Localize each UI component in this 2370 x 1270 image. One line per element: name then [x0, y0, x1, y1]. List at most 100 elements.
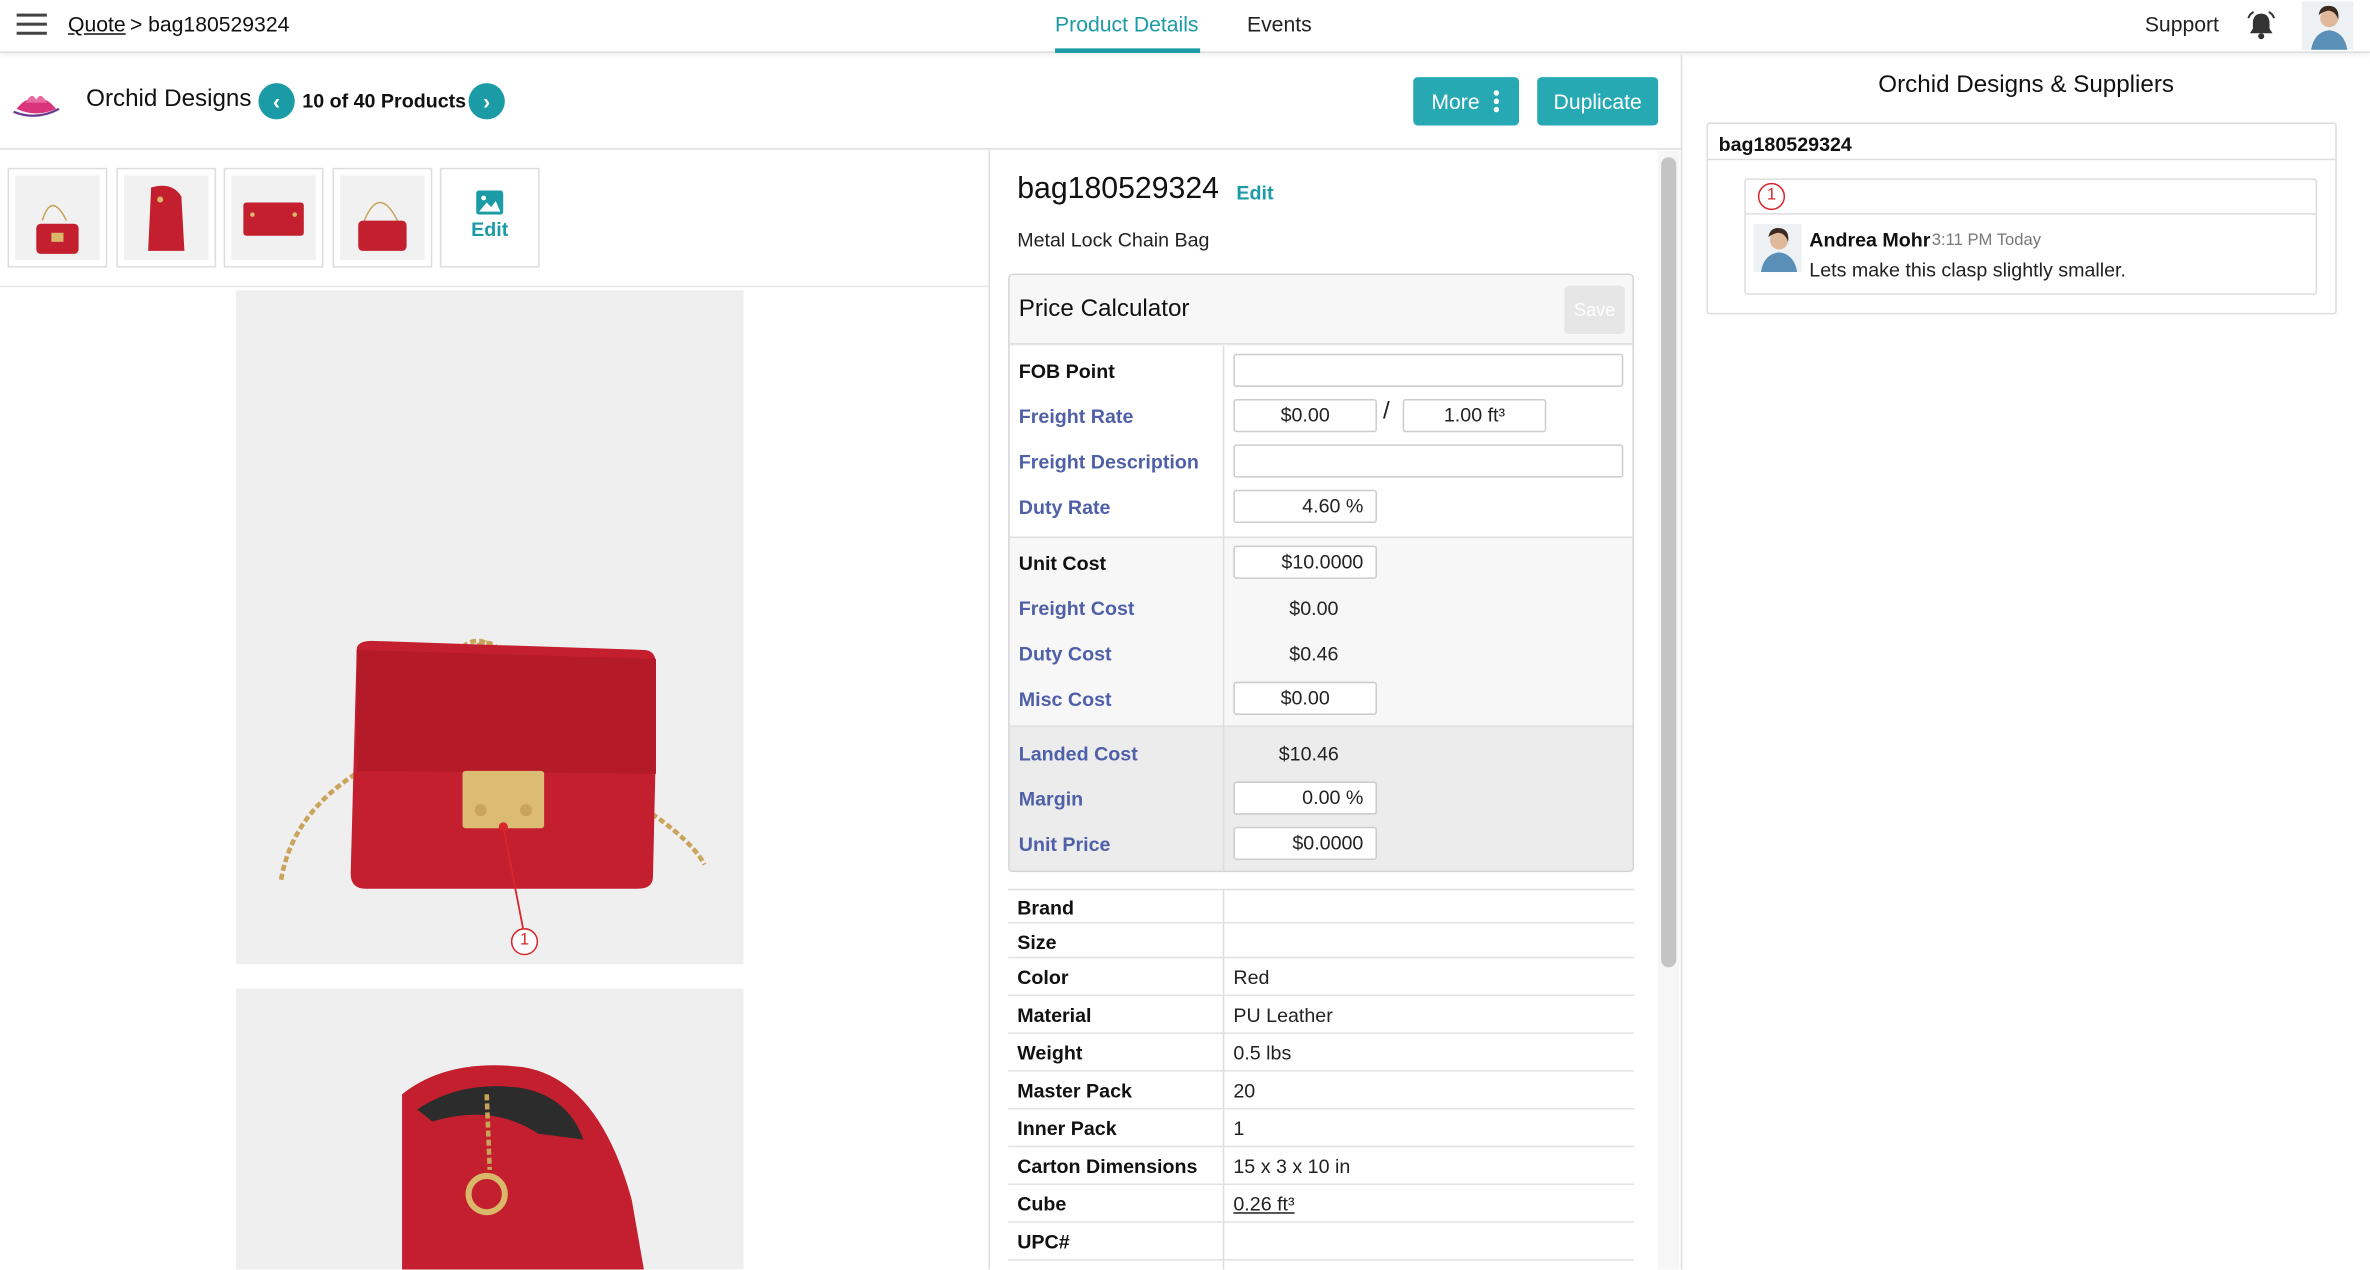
attribute-key: UPC#	[1017, 1230, 1070, 1254]
attribute-key: Material	[1017, 1003, 1092, 1027]
attribute-key: Carton Dimensions	[1017, 1154, 1198, 1178]
attribute-row: Master Pack 20	[1008, 1072, 1634, 1110]
freight-rate-separator: /	[1383, 399, 1390, 425]
thread-title: bag180529324	[1718, 133, 1852, 156]
unit-price-label: Unit Price	[1018, 832, 1111, 856]
comment-annotation-badge[interactable]: 1	[1757, 182, 1786, 211]
unit-cost-label: Unit Cost	[1018, 551, 1107, 575]
freight-cost-label: Freight Cost	[1018, 597, 1135, 620]
attribute-key: Brand	[1017, 896, 1075, 919]
bag-back-thumbnail-image	[340, 175, 425, 260]
attribute-row: Brand	[1008, 889, 1634, 924]
tab-events[interactable]: Events	[1247, 12, 1312, 36]
margin-label: Margin	[1018, 787, 1084, 811]
attribute-row: Carton Dimensions 15 x 3 x 10 in	[1008, 1147, 1634, 1186]
misc-cost-label: Misc Cost	[1018, 687, 1112, 711]
orchid-logo-icon	[13, 95, 60, 117]
attribute-key: Size	[1017, 931, 1057, 954]
chevron-left-icon: ‹	[273, 89, 281, 114]
freight-description-label: Freight Description	[1018, 450, 1199, 474]
margin-input[interactable]: 0.00 %	[1233, 781, 1377, 815]
breadcrumb-quote-link[interactable]: Quote	[68, 12, 126, 36]
thumbnail-2[interactable]	[116, 167, 217, 268]
details-scrollbar-thumb[interactable]	[1661, 157, 1677, 968]
attribute-row: Size	[1008, 924, 1634, 959]
attribute-row: UPC#	[1008, 1223, 1634, 1261]
misc-cost-input[interactable]: $0.00	[1233, 681, 1377, 715]
product-counter: 10 of 40 Products	[302, 89, 467, 112]
duty-cost-label: Duty Cost	[1018, 642, 1112, 666]
main-product-image-side[interactable]	[235, 988, 744, 1270]
unit-price-input[interactable]: $0.0000	[1233, 826, 1377, 861]
kebab-menu-icon	[1493, 90, 1500, 113]
thumbnail-3[interactable]	[223, 167, 324, 268]
more-button-label: More	[1431, 89, 1480, 114]
gallery-divider	[0, 285, 989, 288]
fob-point-input[interactable]	[1233, 353, 1624, 387]
breadcrumb-current: bag180529324	[148, 12, 290, 37]
duty-rate-label: Duty Rate	[1018, 495, 1111, 519]
attribute-value: PU Leather	[1233, 1003, 1333, 1027]
attribute-row: Material PU Leather	[1008, 996, 1634, 1034]
freight-rate-input[interactable]: $0.00	[1233, 399, 1377, 433]
right-panel-border	[1680, 54, 1683, 1270]
edit-gallery-label: Edit	[471, 217, 509, 241]
attribute-key: Color	[1017, 965, 1069, 989]
edit-gallery-button[interactable]: Edit	[439, 167, 540, 268]
calculator-save-button[interactable]: Save	[1564, 285, 1625, 335]
attribute-key: Cube	[1017, 1192, 1067, 1216]
attribute-row: Cube 0.26 ft³	[1008, 1185, 1634, 1223]
support-link[interactable]: Support	[2145, 12, 2219, 36]
thumbnail-1[interactable]	[7, 167, 108, 268]
hamburger-menu-icon[interactable]	[16, 13, 47, 38]
calculator-column-divider	[1222, 346, 1225, 871]
attribute-value: 15 x 3 x 10 in	[1233, 1154, 1351, 1178]
freight-description-input[interactable]	[1233, 444, 1624, 478]
attribute-row: Weight 0.5 lbs	[1008, 1034, 1634, 1072]
active-tab-indicator	[1055, 48, 1201, 53]
cube-value-link[interactable]: 0.26 ft³	[1233, 1193, 1294, 1216]
landed-cost-value: $10.46	[1278, 742, 1339, 765]
attribute-row: Color Red	[1008, 958, 1634, 997]
commenter-avatar	[1753, 223, 1802, 273]
next-product-button[interactable]: ›	[468, 83, 505, 120]
user-avatar[interactable]	[2302, 1, 2354, 50]
prev-product-button[interactable]: ‹	[258, 83, 295, 120]
comment-card-divider	[1745, 213, 2316, 215]
edit-product-link[interactable]: Edit	[1236, 181, 1273, 204]
main-product-image-front[interactable]	[235, 290, 744, 965]
freight-rate-label: Freight Rate	[1018, 405, 1134, 428]
bell-icon[interactable]	[2245, 9, 2278, 42]
freight-cost-value: $0.00	[1289, 597, 1339, 620]
attribute-row: Inner Pack 1	[1008, 1109, 1634, 1148]
bag-front-thumbnail-image	[15, 175, 100, 260]
attribute-value: Red	[1233, 965, 1270, 989]
duty-rate-input[interactable]: 4.60 %	[1233, 489, 1377, 523]
unit-cost-input[interactable]: $10.0000	[1233, 545, 1377, 579]
product-description: Metal Lock Chain Bag	[1017, 228, 1210, 251]
attribute-key: Weight	[1017, 1041, 1083, 1065]
duplicate-button[interactable]: Duplicate	[1537, 77, 1659, 126]
product-sku-title: bag180529324	[1017, 172, 1220, 206]
more-button[interactable]: More	[1413, 77, 1520, 126]
attribute-key: Master Pack	[1017, 1079, 1132, 1102]
duty-cost-value: $0.46	[1289, 642, 1339, 666]
attribute-value: 0.5 lbs	[1233, 1041, 1292, 1065]
tab-product-details[interactable]: Product Details	[1055, 12, 1198, 36]
attribute-key: Inner Pack	[1017, 1116, 1117, 1140]
calculator-title: Price Calculator	[1018, 296, 1190, 322]
image-icon	[476, 190, 504, 215]
panel-divider	[988, 149, 991, 1270]
comment-text: Lets make this clasp slightly smaller.	[1809, 258, 2126, 282]
chevron-right-icon: ›	[483, 89, 491, 114]
right-panel-title: Orchid Designs & Suppliers	[1878, 72, 2175, 99]
image-annotation-marker[interactable]: 1	[510, 928, 539, 956]
bag-top-thumbnail-image	[231, 175, 316, 260]
attribute-value: 20	[1233, 1079, 1256, 1102]
thumbnail-4[interactable]	[332, 167, 433, 268]
attribute-value: 1	[1233, 1116, 1245, 1140]
breadcrumb-separator: >	[129, 12, 143, 37]
company-name: Orchid Designs	[86, 86, 252, 112]
fob-point-label: FOB Point	[1018, 359, 1115, 383]
freight-volume-input[interactable]: 1.00 ft³	[1402, 399, 1547, 433]
